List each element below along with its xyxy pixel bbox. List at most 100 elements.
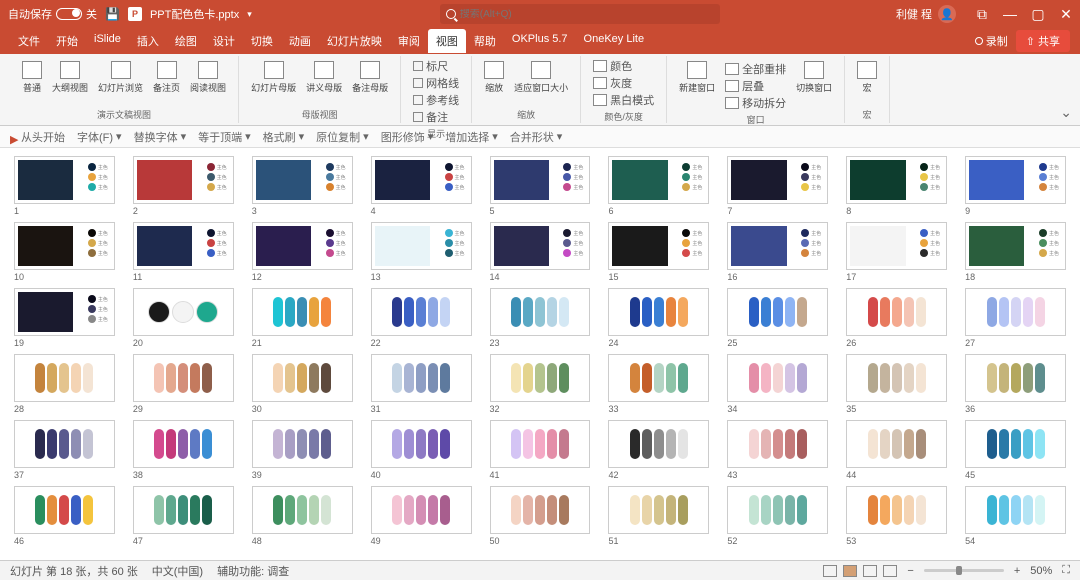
slide-thumb-22[interactable] (371, 288, 472, 336)
slide-thumb-48[interactable] (252, 486, 353, 534)
tab-OneKey Lite[interactable]: OneKey Lite (576, 29, 653, 53)
ribbon-新建窗口[interactable]: 新建窗口 (675, 59, 719, 96)
slide-thumb-1[interactable]: 主色主色主色 (14, 156, 115, 204)
tab-OKPlus 5.7[interactable]: OKPlus 5.7 (504, 29, 576, 53)
slide-thumb-26[interactable] (846, 288, 947, 336)
language-selector[interactable]: 中文(中国) (152, 563, 203, 579)
slide-thumb-40[interactable] (371, 420, 472, 468)
slide-thumb-14[interactable]: 主色主色主色 (490, 222, 591, 270)
slide-counter[interactable]: 幻灯片 第 18 张，共 60 张 (10, 563, 138, 579)
ribbon-网格线[interactable]: 网格线 (413, 75, 459, 91)
slide-thumb-52[interactable] (727, 486, 828, 534)
slide-thumb-11[interactable]: 主色主色主色 (133, 222, 234, 270)
slide-thumb-24[interactable] (608, 288, 709, 336)
tab-动画[interactable]: 动画 (281, 29, 319, 53)
ribbon-大纲视图[interactable]: 大纲视图 (48, 59, 92, 96)
slide-thumb-4[interactable]: 主色主色主色 (371, 156, 472, 204)
ribbon-幻灯片母版[interactable]: 幻灯片母版 (247, 59, 300, 96)
tab-绘图[interactable]: 绘图 (167, 29, 205, 53)
accessibility-check[interactable]: 辅助功能: 调查 (217, 563, 289, 579)
ribbon-颜色[interactable]: 颜色 (593, 58, 654, 74)
slide-thumb-49[interactable] (371, 486, 472, 534)
search-box[interactable] (440, 4, 720, 24)
ribbon-灰度[interactable]: 灰度 (593, 75, 654, 91)
tab-iSlide[interactable]: iSlide (86, 29, 129, 53)
sb-merge-shapes[interactable]: 合并形状 ▾ (510, 129, 563, 145)
slide-thumb-47[interactable] (133, 486, 234, 534)
slide-thumb-39[interactable] (252, 420, 353, 468)
slide-thumb-33[interactable] (608, 354, 709, 402)
sb-add-select[interactable]: 增加选择 ▾ (445, 129, 498, 145)
slide-thumb-16[interactable]: 主色主色主色 (727, 222, 828, 270)
slide-thumb-13[interactable]: 主色主色主色 (371, 222, 472, 270)
slide-thumb-21[interactable] (252, 288, 353, 336)
slide-thumb-3[interactable]: 主色主色主色 (252, 156, 353, 204)
slide-thumb-35[interactable] (846, 354, 947, 402)
ribbon-讲义母版[interactable]: 讲义母版 (302, 59, 346, 96)
ribbon-全部重排[interactable]: 全部重排 (725, 61, 786, 77)
fit-to-window-button[interactable]: ⛶ (1062, 564, 1070, 577)
slide-thumb-34[interactable] (727, 354, 828, 402)
tab-切换[interactable]: 切换 (243, 29, 281, 53)
play-from-start[interactable]: ▶ 从头开始 (10, 129, 65, 145)
ribbon-缩放[interactable]: 缩放 (480, 59, 508, 96)
sorter-view-button[interactable] (843, 565, 857, 577)
slide-thumb-29[interactable] (133, 354, 234, 402)
ribbon-备注页[interactable]: 备注页 (149, 59, 184, 96)
zoom-in-button[interactable]: + (1014, 565, 1020, 577)
sb-shape-fix[interactable]: 图形修饰 ▾ (381, 129, 434, 145)
tab-设计[interactable]: 设计 (205, 29, 243, 53)
slide-thumb-44[interactable] (846, 420, 947, 468)
tab-审阅[interactable]: 审阅 (390, 29, 428, 53)
slide-thumb-28[interactable] (14, 354, 115, 402)
slide-thumb-30[interactable] (252, 354, 353, 402)
ribbon-普通[interactable]: 普通 (18, 59, 46, 96)
ribbon-幻灯片浏览[interactable]: 幻灯片浏览 (94, 59, 147, 96)
slide-thumb-20[interactable] (133, 288, 234, 336)
slide-thumb-5[interactable]: 主色主色主色 (490, 156, 591, 204)
slide-thumb-31[interactable] (371, 354, 472, 402)
slideshow-view-button[interactable] (883, 565, 897, 577)
ribbon-备注母版[interactable]: 备注母版 (348, 59, 392, 96)
tab-视图[interactable]: 视图 (428, 29, 466, 53)
ribbon-标尺[interactable]: 标尺 (413, 58, 459, 74)
slide-thumb-18[interactable]: 主色主色主色 (965, 222, 1066, 270)
slide-thumb-41[interactable] (490, 420, 591, 468)
slide-thumb-43[interactable] (727, 420, 828, 468)
sb-copy-in-place[interactable]: 原位复制 ▾ (316, 129, 369, 145)
zoom-level[interactable]: 50% (1030, 565, 1052, 577)
maximize-icon[interactable]: ▢ (1032, 8, 1044, 20)
ribbon-层叠[interactable]: 层叠 (725, 78, 786, 94)
ribbon-阅读视图[interactable]: 阅读视图 (186, 59, 230, 96)
ribbon-移动拆分[interactable]: 移动拆分 (725, 95, 786, 111)
ribbon-宏[interactable]: 宏 (853, 59, 881, 96)
slide-thumb-50[interactable] (490, 486, 591, 534)
slide-thumb-2[interactable]: 主色主色主色 (133, 156, 234, 204)
slide-thumb-54[interactable] (965, 486, 1066, 534)
record-button[interactable]: 录制 (975, 33, 1008, 49)
sb-replace-font[interactable]: 替换字体 ▾ (134, 129, 187, 145)
slide-thumb-10[interactable]: 主色主色主色 (14, 222, 115, 270)
slide-thumb-19[interactable]: 主色主色主色 (14, 288, 115, 336)
slide-thumb-23[interactable] (490, 288, 591, 336)
slide-thumb-37[interactable] (14, 420, 115, 468)
slide-thumb-12[interactable]: 主色主色主色 (252, 222, 353, 270)
normal-view-button[interactable] (823, 565, 837, 577)
save-icon[interactable]: 💾 (105, 7, 120, 21)
ribbon-参考线[interactable]: 参考线 (413, 92, 459, 108)
slide-thumb-51[interactable] (608, 486, 709, 534)
ribbon-options-icon[interactable]: ⧉ (976, 8, 988, 20)
close-icon[interactable]: ✕ (1060, 8, 1072, 20)
tab-文件[interactable]: 文件 (10, 29, 48, 53)
minimize-icon[interactable]: — (1004, 8, 1016, 20)
sb-format-painter[interactable]: 格式刷 ▾ (263, 129, 305, 145)
slide-thumb-27[interactable] (965, 288, 1066, 336)
zoom-out-button[interactable]: − (907, 565, 913, 577)
tab-开始[interactable]: 开始 (48, 29, 86, 53)
slide-thumb-36[interactable] (965, 354, 1066, 402)
sb-font[interactable]: 字体(F) ▾ (77, 129, 122, 145)
slide-thumb-42[interactable] (608, 420, 709, 468)
slide-thumb-25[interactable] (727, 288, 828, 336)
tab-帮助[interactable]: 帮助 (466, 29, 504, 53)
slide-thumb-6[interactable]: 主色主色主色 (608, 156, 709, 204)
